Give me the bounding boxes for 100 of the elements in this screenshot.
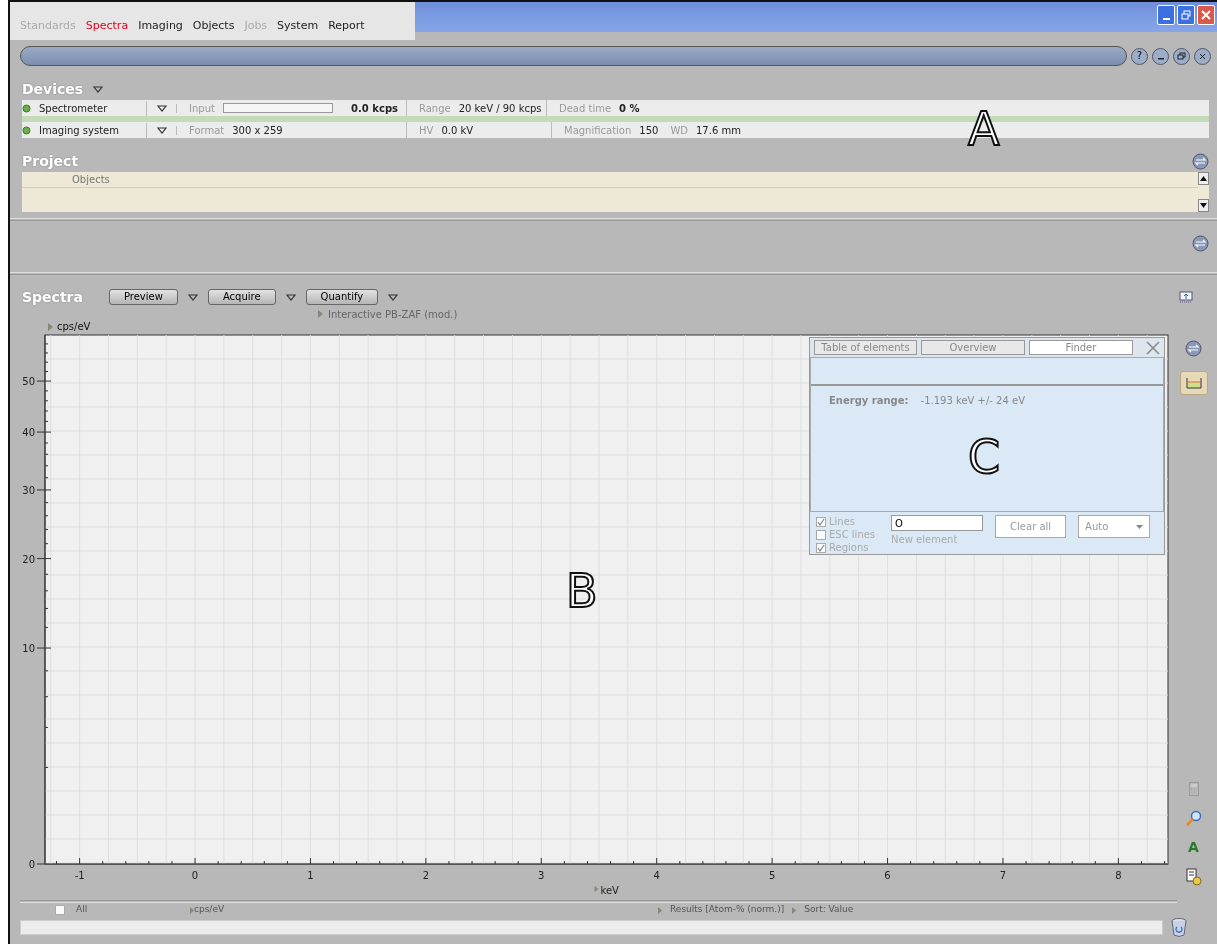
field-label: Energy range:: [829, 394, 909, 408]
menu-tab[interactable]: Imaging: [138, 17, 183, 35]
restore-icon: [1181, 10, 1191, 20]
trash-icon[interactable]: [1171, 917, 1187, 937]
panel-tab[interactable]: Table of elements: [814, 340, 917, 355]
tick-label: 3: [538, 870, 545, 881]
field-label: Format: [189, 123, 225, 138]
axis-label: cps/eV: [57, 320, 91, 334]
field-label: Magnification: [564, 123, 632, 138]
device-name: Imaging system: [39, 122, 147, 138]
menu-tab[interactable]: Spectra: [85, 17, 129, 35]
panel-tab[interactable]: Finder: [1029, 340, 1133, 355]
tick-label: 2: [422, 870, 430, 881]
text-tool[interactable]: A: [1188, 840, 1199, 854]
dropdown-icon[interactable]: [187, 292, 198, 302]
action-button[interactable]: Acquire: [207, 289, 276, 305]
field-caption: New element: [891, 533, 959, 547]
section-title: Devices: [22, 79, 84, 99]
check-icon: [817, 543, 825, 552]
field-label: WD: [670, 123, 688, 138]
panel-tab[interactable]: Overview: [921, 340, 1025, 355]
field-value: 17.6 mm: [696, 123, 741, 138]
method-label[interactable]: Interactive PB-ZAF (mod.): [328, 306, 458, 322]
tick-label: -1: [74, 870, 85, 881]
tick-label: 1: [307, 870, 314, 881]
export-icon[interactable]: [1179, 291, 1193, 303]
element-input[interactable]: O: [891, 515, 984, 531]
annotation-letter: C: [968, 434, 1001, 480]
scrollbar[interactable]: [1198, 172, 1209, 212]
close-button[interactable]: [1194, 47, 1211, 65]
tick-label: 50: [22, 376, 35, 388]
dropdown-icon[interactable]: [285, 292, 296, 302]
sort-selector[interactable]: Sort: Value: [804, 903, 854, 917]
check-icon: [817, 517, 825, 526]
clear-button[interactable]: Clear all: [995, 515, 1067, 538]
field-label: Input: [189, 101, 215, 116]
minimize-icon: [1157, 58, 1164, 60]
section-title: Spectra: [22, 287, 83, 307]
device-name: Spectrometer: [39, 100, 147, 116]
field-value: 0 %: [619, 101, 640, 116]
restore-icon: [1177, 51, 1186, 61]
field-value: 0.0 kcps: [351, 101, 398, 116]
scroll-up-button[interactable]: [1198, 172, 1209, 185]
menu-tab[interactable]: Objects: [192, 17, 235, 35]
swap-icon[interactable]: [1185, 340, 1202, 357]
close-icon: [1199, 52, 1206, 60]
tick-label: 6: [884, 870, 891, 881]
action-button[interactable]: Preview: [108, 289, 178, 305]
help-button[interactable]: ?: [1131, 47, 1148, 65]
dropdown-icon[interactable]: [156, 103, 167, 113]
annotation-letter: B: [566, 568, 598, 614]
magnifier-icon[interactable]: [1185, 810, 1202, 826]
field-label: HV: [419, 123, 434, 138]
scroll-down-button[interactable]: [1198, 199, 1209, 212]
minimize-button[interactable]: [1152, 47, 1169, 65]
tick-label: 8: [1115, 870, 1122, 881]
tick-label: 30: [22, 484, 35, 496]
chart-view-button[interactable]: [1179, 371, 1208, 395]
close-icon[interactable]: [1146, 340, 1160, 355]
caret-icon: [1136, 524, 1144, 529]
menu-tab[interactable]: System: [277, 17, 319, 35]
swap-icon[interactable]: [1192, 235, 1209, 252]
tick-label: 0: [191, 870, 199, 881]
tick-label: 0: [28, 859, 35, 870]
tick-label: 10: [22, 643, 35, 655]
minimize-icon: [1162, 18, 1170, 20]
menu-tab[interactable]: Report: [328, 17, 365, 35]
up-arrow-icon: [1200, 176, 1207, 181]
field-value: 150: [639, 123, 659, 138]
status-icon: [22, 103, 31, 113]
section-title: Project: [22, 151, 79, 171]
status-icon: [22, 125, 31, 135]
mode-dropdown[interactable]: Auto: [1078, 515, 1151, 538]
report-icon[interactable]: [1185, 868, 1202, 886]
field-value: -1.193 keV +/- 24 eV: [920, 394, 1025, 408]
field-label: Range: [419, 101, 451, 116]
annotation-letter: A: [968, 106, 1000, 152]
tick-label: 20: [22, 553, 35, 565]
field-value: 0.0 kV: [441, 123, 474, 138]
tick-label: 40: [22, 427, 35, 439]
action-button[interactable]: Quantify: [305, 289, 379, 305]
dropdown-icon[interactable]: [93, 84, 104, 94]
column-selector[interactable]: cps/eV: [194, 903, 225, 917]
field-value: 300 x 259: [232, 123, 283, 138]
field-value: 20 keV / 90 kcps: [458, 101, 542, 116]
chart-icon: [1185, 377, 1202, 389]
tick-label: 5: [768, 870, 776, 881]
results-selector[interactable]: Results [Atom-% (norm.)]: [670, 903, 785, 917]
swap-icon[interactable]: [1192, 152, 1209, 170]
checkbox[interactable]: All: [55, 903, 190, 917]
tick-label: 4: [653, 870, 660, 881]
close-icon: [1201, 10, 1211, 20]
field-label: Dead time: [559, 101, 612, 116]
dropdown-icon[interactable]: [156, 125, 167, 135]
restore-button[interactable]: [1173, 47, 1190, 65]
dropdown-icon[interactable]: [388, 292, 399, 302]
down-arrow-icon: [1200, 203, 1207, 208]
column-header: Objects: [22, 172, 1198, 188]
tick-label: 7: [999, 870, 1007, 881]
axis-label: keV: [600, 885, 619, 896]
